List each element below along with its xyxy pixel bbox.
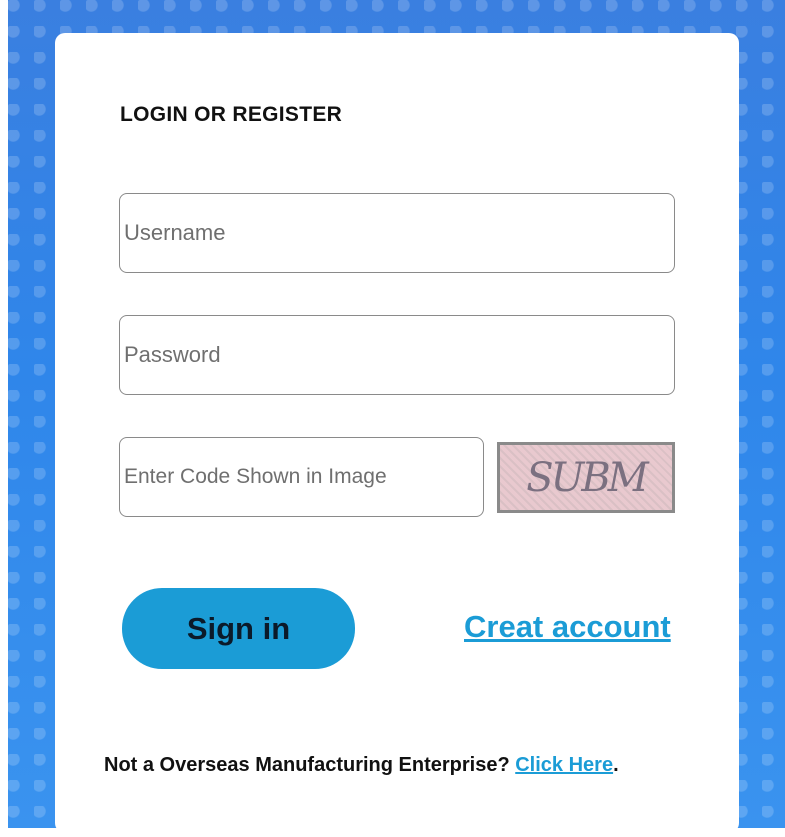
captcha-code-input[interactable]: [119, 437, 484, 517]
create-account-link[interactable]: Creat account: [464, 609, 671, 645]
footer-text: Not a Overseas Manufacturing Enterprise?: [104, 754, 510, 776]
click-here-link[interactable]: Click Here: [515, 754, 613, 776]
captcha-image[interactable]: SUBM: [497, 442, 675, 513]
footer-period: .: [613, 754, 619, 776]
sign-in-button[interactable]: Sign in: [122, 588, 355, 669]
password-input[interactable]: [119, 315, 675, 395]
username-input[interactable]: [119, 193, 675, 273]
captcha-text: SUBM: [526, 454, 648, 501]
login-card: [55, 33, 739, 833]
login-title: LOGIN OR REGISTER: [120, 103, 343, 126]
